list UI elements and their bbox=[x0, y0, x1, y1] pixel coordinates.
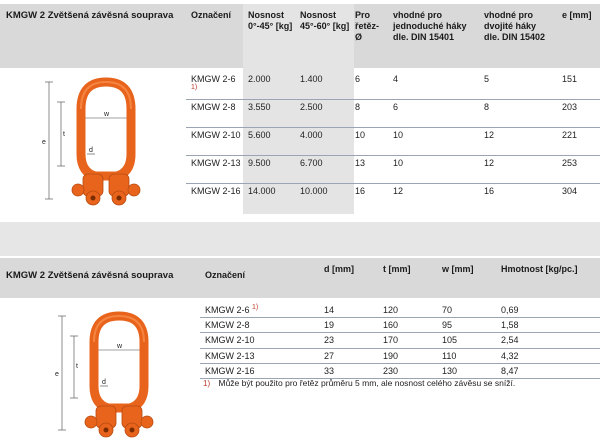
cell-w: 130 bbox=[442, 365, 458, 376]
cell-weight: 8,47 bbox=[501, 365, 519, 376]
cell-chain: 6 bbox=[355, 74, 361, 84]
cell-designation: KMGW 2-13 bbox=[191, 158, 241, 168]
header-designation: Označení bbox=[205, 270, 246, 280]
cell-weight: 2,54 bbox=[501, 335, 519, 346]
header-chain: Pro řetěz- Ø bbox=[355, 10, 380, 42]
header-load-0-45: Nosnost 0°-45° [kg] bbox=[248, 10, 293, 31]
label-e: e bbox=[55, 371, 59, 378]
footnote-mark: 1) bbox=[203, 379, 211, 388]
cell-load2: 4.000 bbox=[300, 130, 323, 140]
cell-load2: 1.400 bbox=[300, 74, 323, 84]
label-w: w bbox=[103, 111, 110, 118]
label-d: d bbox=[102, 379, 106, 386]
cell-load1: 9.500 bbox=[248, 158, 271, 168]
cell-designation: KMGW 2-6 1) bbox=[191, 74, 236, 91]
cell-double: 16 bbox=[484, 186, 495, 196]
cell-designation: KMGW 2-13 bbox=[205, 350, 255, 361]
master-link-illustration: w e t d bbox=[42, 77, 141, 206]
master-link-illustration: w e t d bbox=[55, 311, 154, 438]
product-diagram: w e t d bbox=[48, 308, 188, 444]
cell-designation: KMGW 2-8 bbox=[191, 102, 236, 112]
header-t: t [mm] bbox=[383, 264, 411, 274]
cell-chain: 16 bbox=[355, 186, 366, 196]
separator-band bbox=[0, 222, 600, 256]
footnote-ref: 1) bbox=[191, 83, 198, 91]
footnote-ref: 1) bbox=[252, 304, 259, 311]
header-designation: Označení bbox=[191, 10, 232, 20]
cell-t: 160 bbox=[383, 320, 399, 331]
header-single-hook: vhodné pro jednoduché háky dle. DIN 1540… bbox=[393, 10, 467, 42]
header-weight: Hmotnost [kg/pc.] bbox=[501, 264, 578, 274]
cell-chain: 10 bbox=[355, 130, 366, 140]
cell-d: 33 bbox=[324, 365, 335, 376]
cell-w: 110 bbox=[442, 350, 457, 361]
cell-e: 203 bbox=[562, 102, 578, 112]
cell-single: 10 bbox=[393, 130, 404, 140]
cell-t: 120 bbox=[383, 305, 399, 315]
table-header-row: KMGW 2 Zvětšená závěsná souprava Označen… bbox=[0, 258, 600, 298]
cell-designation: KMGW 2-8 bbox=[205, 320, 250, 331]
cell-t: 230 bbox=[383, 365, 399, 376]
cell-load1: 14.000 bbox=[248, 186, 276, 196]
cell-weight: 1,58 bbox=[501, 320, 519, 331]
cell-designation: KMGW 2-10 bbox=[205, 335, 255, 346]
cell-single: 4 bbox=[393, 74, 399, 84]
cell-load1: 5.600 bbox=[248, 130, 271, 140]
table-kmgw2-dimensions: KMGW 2 Zvětšená závěsná souprava Označen… bbox=[0, 258, 600, 444]
label-w: w bbox=[116, 343, 123, 350]
cell-load1: 3.550 bbox=[248, 102, 271, 112]
cell-weight: 4,32 bbox=[501, 350, 519, 361]
label-t: t bbox=[76, 363, 78, 370]
cell-load1: 2.000 bbox=[248, 74, 271, 84]
cell-e: 221 bbox=[562, 130, 578, 140]
cell-w: 105 bbox=[442, 335, 458, 346]
cell-w: 95 bbox=[442, 320, 453, 331]
footnote: 1) Může být použito pro řetěz průměru 5 … bbox=[203, 378, 595, 388]
header-d: d [mm] bbox=[324, 264, 354, 274]
cell-designation: KMGW 2-16 bbox=[205, 365, 255, 376]
cell-load2: 2.500 bbox=[300, 102, 323, 112]
cell-load2: 10.000 bbox=[300, 186, 328, 196]
label-d: d bbox=[89, 147, 93, 154]
cell-designation: KMGW 2-6 1) bbox=[205, 304, 259, 315]
table-title: KMGW 2 Zvětšená závěsná souprava bbox=[6, 10, 174, 21]
cell-double: 5 bbox=[484, 74, 490, 84]
table-kmgw2-load: KMGW 2 Zvětšená závěsná souprava Označen… bbox=[0, 4, 600, 214]
cell-designation: KMGW 2-16 bbox=[191, 186, 241, 196]
cell-d: 27 bbox=[324, 350, 335, 361]
cell-d: 14 bbox=[324, 305, 335, 315]
cell-weight: 0,69 bbox=[501, 305, 519, 315]
cell-d: 19 bbox=[324, 320, 335, 331]
cell-designation: KMGW 2-10 bbox=[191, 130, 241, 140]
cell-e: 253 bbox=[562, 158, 578, 168]
cell-t: 170 bbox=[383, 335, 399, 346]
cell-single: 10 bbox=[393, 158, 404, 168]
cell-chain: 13 bbox=[355, 158, 366, 168]
cell-e: 151 bbox=[562, 74, 578, 84]
label-t: t bbox=[63, 131, 65, 138]
cell-double: 12 bbox=[484, 158, 495, 168]
cell-double: 8 bbox=[484, 102, 490, 112]
header-e: e [mm] bbox=[562, 10, 592, 20]
cell-w: 70 bbox=[442, 305, 453, 315]
header-w: w [mm] bbox=[442, 264, 474, 274]
cell-t: 190 bbox=[383, 350, 399, 361]
cell-load2: 6.700 bbox=[300, 158, 323, 168]
product-diagram: w e t d bbox=[35, 74, 175, 214]
cell-single: 12 bbox=[393, 186, 404, 196]
header-double-hook: vhodné pro dvojité háky dle. DIN 15402 bbox=[484, 10, 546, 42]
cell-e: 304 bbox=[562, 186, 578, 196]
table-title: KMGW 2 Zvětšená závěsná souprava bbox=[6, 270, 174, 281]
label-e: e bbox=[42, 139, 46, 146]
header-load-45-60: Nosnost 45°-60° [kg] bbox=[300, 10, 350, 31]
footnote-text: Může být použito pro řetěz průměru 5 mm,… bbox=[218, 378, 516, 388]
cell-single: 6 bbox=[393, 102, 399, 112]
cell-d: 23 bbox=[324, 335, 335, 346]
cell-chain: 8 bbox=[355, 102, 361, 112]
cell-double: 12 bbox=[484, 130, 495, 140]
